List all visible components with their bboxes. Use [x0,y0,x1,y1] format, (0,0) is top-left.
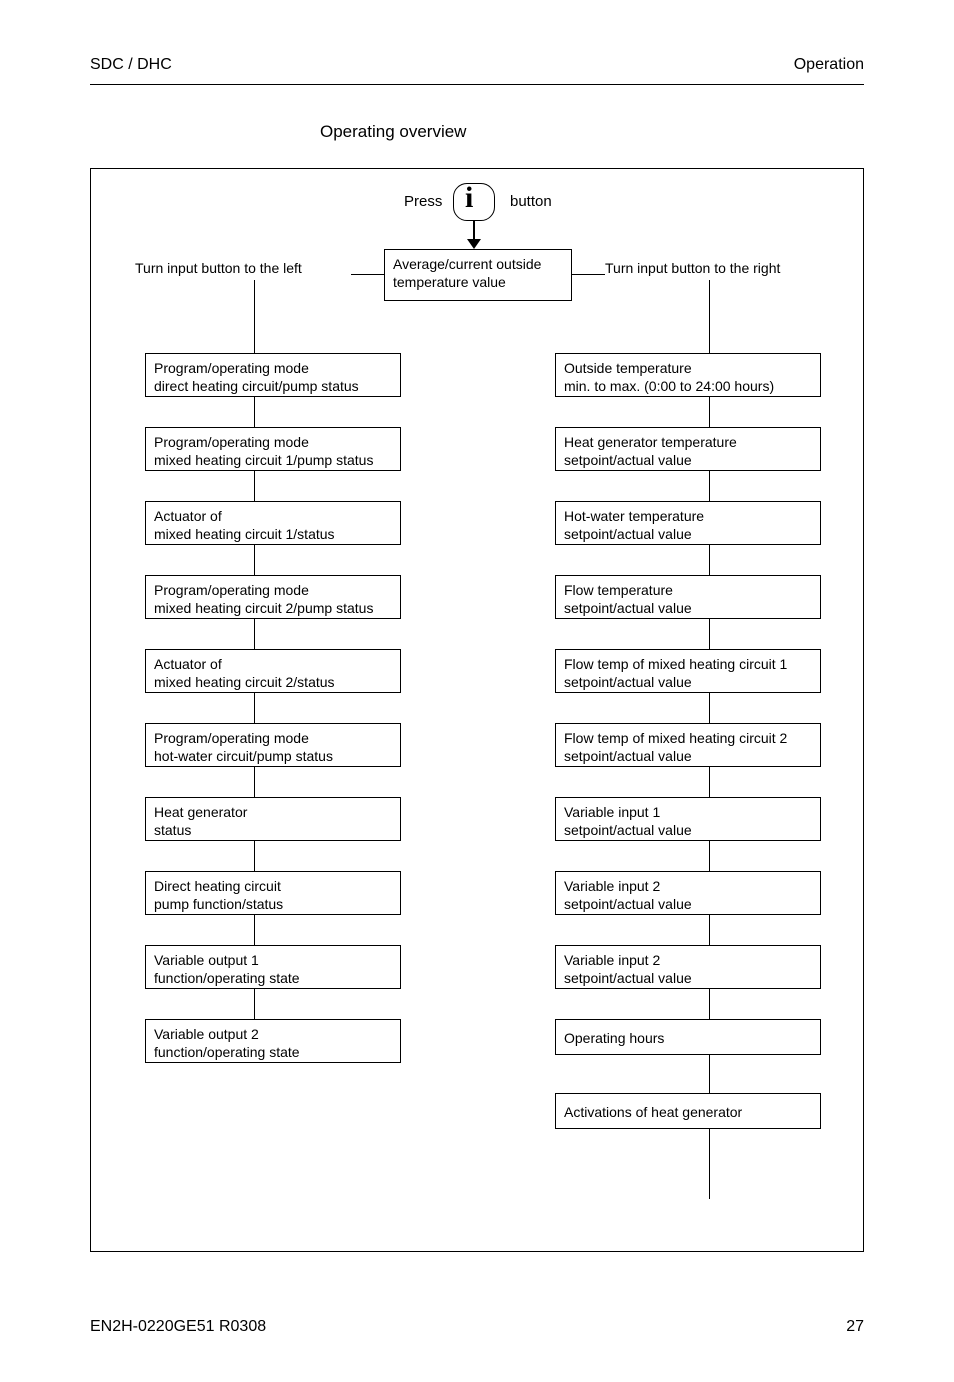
right-box-1: Outside temperaturemin. to max. (0:00 to… [555,353,821,397]
right-box-2: Heat generator temperaturesetpoint/actua… [555,427,821,471]
left-box-2: Program/operating modemixed heating circ… [145,427,401,471]
left-box-5: Actuator ofmixed heating circuit 2/statu… [145,649,401,693]
left-box-7: Heat generatorstatus [145,797,401,841]
info-icon: i [465,181,473,215]
right-box-5: Flow temp of mixed heating circuit 1setp… [555,649,821,693]
left-box-4: Program/operating modemixed heating circ… [145,575,401,619]
v-connector-left-main [254,397,255,1019]
left-box-9: Variable output 1function/operating stat… [145,945,401,989]
v-connector-right-top [709,280,710,353]
info-button-outline [453,183,495,221]
connector-center-right [572,274,605,275]
center-box-line2: temperature value [393,273,563,291]
header-rule [90,84,864,85]
diagram-frame: Press i button Average/current outside t… [90,168,864,1252]
page: SDC / DHC Operation Operating overview P… [0,0,954,1382]
press-label: Press [404,193,442,210]
right-box-10: Operating hours [555,1019,821,1055]
button-label: button [510,193,552,210]
turn-right-label: Turn input button to the right [605,256,835,280]
right-box-9: Variable input 2setpoint/actual value [555,945,821,989]
left-box-6: Program/operating modehot-water circuit/… [145,723,401,767]
footer-right: 27 [846,1318,864,1336]
diagram: Press i button Average/current outside t… [91,169,863,1251]
turn-left-label: Turn input button to the left [135,256,351,280]
section-title: Operating overview [320,122,466,142]
footer-left: EN2H-0220GE51 R0308 [90,1318,266,1336]
center-box: Average/current outside temperature valu… [384,249,572,301]
center-box-line1: Average/current outside [393,255,563,273]
right-box-4: Flow temperaturesetpoint/actual value [555,575,821,619]
left-box-10: Variable output 2function/operating stat… [145,1019,401,1063]
right-box-7: Variable input 1setpoint/actual value [555,797,821,841]
left-box-8: Direct heating circuitpump function/stat… [145,871,401,915]
right-box-8: Variable input 2setpoint/actual value [555,871,821,915]
arrow-down-head-icon [467,239,481,249]
left-box-1: Program/operating modedirect heating cir… [145,353,401,397]
v-connector-right-ext [709,1129,710,1199]
connector-center-left [351,274,384,275]
arrow-down-stem [473,221,475,241]
right-box-11: Activations of heat generator [555,1093,821,1129]
v-connector-left-top [254,280,255,353]
header-left: SDC / DHC [90,56,172,74]
header-right: Operation [794,56,864,74]
right-box-3: Hot-water temperaturesetpoint/actual val… [555,501,821,545]
right-box-6: Flow temp of mixed heating circuit 2setp… [555,723,821,767]
left-box-3: Actuator ofmixed heating circuit 1/statu… [145,501,401,545]
